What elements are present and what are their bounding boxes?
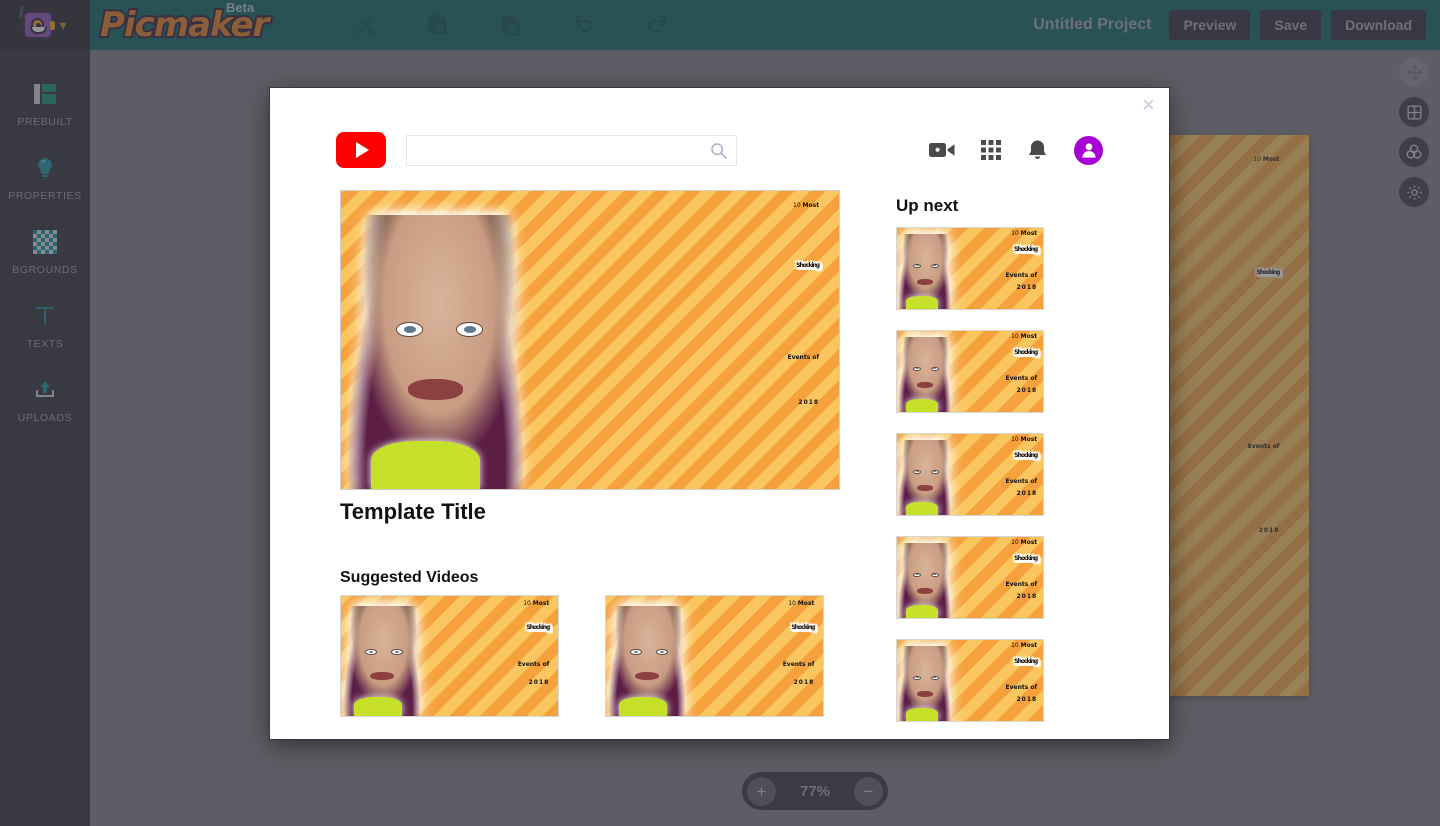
thumb-line2: Shocking [1014,246,1038,254]
list-item[interactable]: 10 Most Shocking Events of 2018 [896,330,1044,413]
up-next-heading: Up next [896,196,959,215]
suggested-videos-list: 10 Most Shocking Events of 2018 10 Most … [340,595,840,717]
thumb-line1-bold: Most [802,201,820,209]
thumb-line4: 2018 [1016,386,1038,394]
magnifier-icon[interactable] [709,141,729,166]
thumb-line3: Events of [1005,477,1038,485]
thumb-line3: Events of [517,661,550,668]
thumb-line4: 2018 [1016,592,1038,600]
thumb-line1-bold: Most [532,599,550,607]
list-item[interactable]: 10 Most Shocking Events of 2018 [896,227,1044,310]
thumb-line3: Events of [1005,683,1038,691]
apps-grid-icon[interactable] [981,140,1001,160]
thumb-line4: 2018 [528,679,550,686]
thumb-line4: 2018 [793,679,815,686]
main-video-thumbnail[interactable]: 10 Most Shocking Events of 2018 [340,190,840,490]
modal-body: 10 Most Shocking Events of 2018 Template… [270,174,1169,722]
thumb-line1-bold: Most [1020,539,1038,547]
up-next-list: 10 Most Shocking Events of 2018 10 Most … [896,227,1046,722]
thumb-line2: Shocking [1014,658,1038,666]
main-video-column: 10 Most Shocking Events of 2018 Template… [340,190,840,722]
thumb-line1-prefix: 10 [1011,436,1021,444]
thumb-line3: Events of [1005,271,1038,279]
youtube-header [270,88,1169,174]
thumb-line4: 2018 [1016,695,1038,703]
youtube-play-icon[interactable] [336,132,386,168]
list-item[interactable]: 10 Most Shocking Events of 2018 [340,595,559,717]
suggested-videos-heading: Suggested Videos [340,569,479,586]
thumb-line3: Events of [1005,580,1038,588]
list-item[interactable]: 10 Most Shocking Events of 2018 [896,639,1044,722]
thumb-line4: 2018 [1016,489,1038,497]
thumb-line1-bold: Most [1020,230,1038,238]
thumb-line3: Events of [787,353,820,361]
thumb-line1-prefix: 10 [793,201,803,209]
thumb-line1-bold: Most [1020,333,1038,341]
search-input[interactable] [407,135,736,165]
thumb-line1-prefix: 10 [1011,539,1021,547]
thumb-line1-prefix: 10 [1011,230,1021,238]
thumb-line1-bold: Most [797,599,815,607]
thumb-line1-bold: Most [1020,436,1038,444]
bell-icon[interactable] [1027,139,1048,162]
list-item[interactable]: 10 Most Shocking Events of 2018 [896,536,1044,619]
thumb-line2: Shocking [1014,452,1038,460]
thumb-line1-prefix: 10 [1011,642,1021,650]
up-next-column: Up next 10 Most Shocking Events of 2018 [896,190,1046,722]
thumb-line2: Shocking [1014,555,1038,563]
avatar [1074,135,1103,165]
page-title: Template Title [340,499,486,524]
thumb-line3: Events of [1005,374,1038,382]
thumb-line4: 2018 [1016,283,1038,291]
avatar-icon[interactable] [1074,135,1103,165]
list-item[interactable]: 10 Most Shocking Events of 2018 [605,595,824,717]
youtube-preview-modal: × 10 Most Shocking Events of 2018 Templa… [269,87,1170,740]
youtube-actions [929,135,1103,165]
thumb-line2: Shocking [791,623,815,631]
list-item[interactable]: 10 Most Shocking Events of 2018 [896,433,1044,516]
thumb-line4: 2018 [798,398,820,406]
video-add-icon[interactable] [929,140,955,160]
thumb-line3: Events of [782,661,815,668]
thumb-line2: Shocking [1014,349,1038,357]
thumb-line2: Shocking [796,261,820,269]
thumb-line1-prefix: 10 [523,599,533,607]
close-icon[interactable]: × [1142,94,1155,116]
picmaker-app: ▾ PREBUILT [0,0,1440,826]
search-box[interactable] [406,134,737,166]
thumb-line1-bold: Most [1020,642,1038,650]
thumb-line2: Shocking [526,623,550,631]
thumb-line1-prefix: 10 [788,599,798,607]
thumb-line1-prefix: 10 [1011,333,1021,341]
